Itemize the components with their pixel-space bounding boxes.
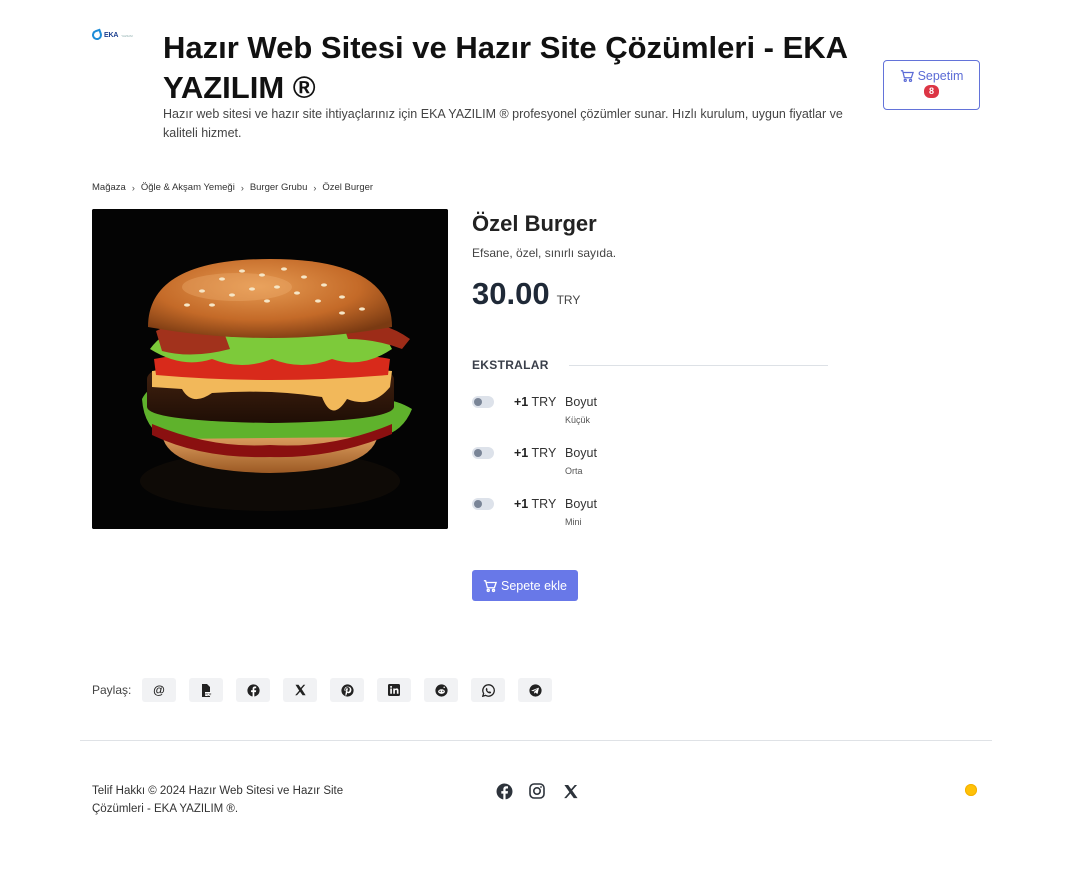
breadcrumb-item-current: Özel Burger <box>322 182 374 193</box>
extra-option: +1 TRY Boyut Orta <box>472 445 772 485</box>
extra-option-value: Küçük <box>565 415 591 425</box>
footer-facebook-link[interactable] <box>495 782 513 800</box>
facebook-icon <box>246 683 260 697</box>
share-pinterest-button[interactable] <box>330 678 364 702</box>
pdf-icon: PDF <box>202 683 212 697</box>
price-currency: TRY <box>556 293 581 307</box>
footer-instagram-link[interactable] <box>528 782 546 800</box>
add-to-cart-button[interactable]: Sepete ekle <box>472 570 578 601</box>
add-to-cart-label: Sepete ekle <box>500 578 568 593</box>
footer-divider <box>80 740 992 741</box>
share-telegram-button[interactable] <box>518 678 552 702</box>
product-name: Özel Burger <box>472 211 597 236</box>
extra-price: +1 TRY <box>514 446 557 460</box>
instagram-icon <box>529 783 545 799</box>
extras-header: EKSTRALAR <box>472 358 828 372</box>
footer-social-links <box>495 782 579 800</box>
cart-label: Sepetim <box>917 69 964 83</box>
pinterest-icon <box>340 683 354 697</box>
breadcrumb-separator: › <box>131 182 135 193</box>
logo-text: EKA <box>104 31 119 39</box>
linkedin-icon <box>388 684 400 696</box>
telegram-icon <box>528 683 542 697</box>
share-email-button[interactable]: @ <box>142 678 176 702</box>
share-facebook-button[interactable] <box>236 678 270 702</box>
extra-option: +1 TRY Boyut Küçük <box>472 394 772 434</box>
extra-name: Boyut <box>565 395 597 409</box>
burger-image <box>92 209 448 529</box>
cart-button[interactable]: Sepetim 8 <box>883 60 980 110</box>
breadcrumb: Mağaza › Öğle & Akşam Yemeği › Burger Gr… <box>92 182 373 193</box>
email-icon: @ <box>153 683 165 697</box>
extra-price: +1 TRY <box>514 395 557 409</box>
extra-name: Boyut <box>565 446 597 460</box>
extra-option-value: Mini <box>565 517 582 527</box>
product-tagline: Efsane, özel, sınırlı sayıda. <box>472 246 617 260</box>
footer-x-link[interactable] <box>561 782 579 800</box>
extra-name: Boyut <box>565 497 597 511</box>
share-pdf-button[interactable]: PDF <box>189 678 223 702</box>
x-icon <box>295 684 306 696</box>
product-image[interactable] <box>92 209 448 529</box>
breadcrumb-item-store[interactable]: Mağaza <box>92 182 126 193</box>
cart-icon <box>483 579 497 592</box>
extras-label: EKSTRALAR <box>472 358 549 372</box>
svg-text:PDF: PDF <box>205 692 211 696</box>
cart-count-badge: 8 <box>923 85 939 98</box>
theme-toggle-sun-icon[interactable] <box>965 784 977 796</box>
extra-option: +1 TRY Boyut Mini <box>472 496 772 536</box>
price-value: 30.00 <box>472 276 550 311</box>
breadcrumb-separator: › <box>240 182 244 193</box>
breadcrumb-item-burger-group[interactable]: Burger Grubu <box>250 182 308 193</box>
share-reddit-button[interactable] <box>424 678 458 702</box>
site-logo[interactable]: EKA YAZILIM <box>90 28 144 42</box>
breadcrumb-separator: › <box>313 182 317 193</box>
copyright-text: Telif Hakkı © 2024 Hazır Web Sitesi ve H… <box>92 785 344 815</box>
breadcrumb-item-lunch-dinner[interactable]: Öğle & Akşam Yemeği <box>141 182 235 193</box>
extra-price: +1 TRY <box>514 497 557 511</box>
site-title: Hazır Web Sitesi ve Hazır Site Çözümleri… <box>163 30 847 105</box>
extra-toggle-switch[interactable] <box>472 447 494 459</box>
product-price: 30.00 TRY <box>472 276 580 312</box>
share-linkedin-button[interactable] <box>377 678 411 702</box>
extra-toggle-switch[interactable] <box>472 498 494 510</box>
site-description: Hazır web sitesi ve hazır site ihtiyaçla… <box>163 107 843 140</box>
whatsapp-icon <box>481 683 495 697</box>
share-label: Paylaş: <box>92 683 132 697</box>
share-x-button[interactable] <box>283 678 317 702</box>
extra-toggle-switch[interactable] <box>472 396 494 408</box>
x-icon <box>563 784 578 798</box>
logo-subtext: YAZILIM <box>121 34 133 38</box>
share-whatsapp-button[interactable] <box>471 678 505 702</box>
facebook-icon <box>496 783 512 800</box>
logo-mark-icon <box>90 28 104 42</box>
extra-option-value: Orta <box>565 466 583 476</box>
cart-icon <box>900 70 914 83</box>
extras-divider <box>568 364 828 366</box>
reddit-icon <box>434 683 448 697</box>
share-bar: Paylaş: @ PDF <box>92 678 565 702</box>
